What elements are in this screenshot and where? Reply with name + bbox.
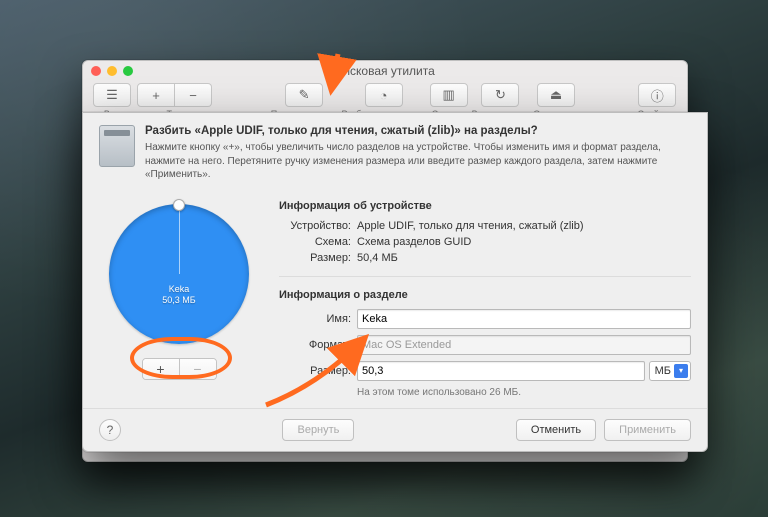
volume-add-button[interactable]: + <box>137 83 175 107</box>
sheet-footer: ? Вернуть Отменить Применить <box>83 408 707 451</box>
first-aid-button[interactable]: ✎ <box>285 83 323 107</box>
device-value: Apple UDIF, только для чтения, сжатый (z… <box>357 220 584 232</box>
help-button[interactable]: ? <box>99 419 121 441</box>
partition-info-heading: Информация о разделе <box>279 289 691 301</box>
size-input[interactable] <box>357 361 645 381</box>
unit-value: МБ <box>655 365 671 377</box>
usage-hint: На этом томе использовано 26 МБ. <box>357 387 691 398</box>
erase-button[interactable]: ▥ <box>430 83 468 107</box>
sheet-description: Нажмите кнопку «+», чтобы увеличить числ… <box>145 141 691 182</box>
remove-partition-button[interactable]: − <box>179 359 216 379</box>
info-button[interactable]: ⓘ <box>638 83 676 107</box>
scheme-label: Схема: <box>279 236 357 248</box>
restore-icon: ↻ <box>495 87 506 103</box>
unit-select[interactable]: МБ ▾ <box>649 361 691 381</box>
first-aid-icon: ✎ <box>299 87 310 103</box>
chevron-updown-icon: ▾ <box>674 364 688 378</box>
drive-icon <box>99 125 135 167</box>
minimize-icon[interactable] <box>107 66 117 76</box>
partition-pie[interactable]: Keka 50,3 МБ <box>109 204 249 344</box>
partition-button[interactable]: ◔ <box>365 83 403 107</box>
devsize-label: Размер: <box>279 252 357 264</box>
cancel-button[interactable]: Отменить <box>516 419 596 441</box>
resize-handle[interactable] <box>173 199 185 211</box>
erase-icon: ▥ <box>442 87 454 103</box>
window-controls <box>91 66 133 76</box>
name-label: Имя: <box>279 313 357 325</box>
revert-button[interactable]: Вернуть <box>282 419 354 441</box>
volume-remove-button[interactable]: − <box>175 83 212 107</box>
zoom-icon[interactable] <box>123 66 133 76</box>
partition-sheet: Разбить «Apple UDIF, только для чтения, … <box>82 112 708 452</box>
eject-button[interactable]: ⏏ <box>537 83 575 107</box>
window-title: Дисковая утилита <box>335 64 435 78</box>
pie-slice-label: Keka 50,3 МБ <box>109 284 249 307</box>
apply-button[interactable]: Применить <box>604 419 691 441</box>
devsize-value: 50,4 МБ <box>357 252 398 264</box>
restore-button[interactable]: ↻ <box>481 83 519 107</box>
view-button[interactable]: ☰ <box>93 83 131 107</box>
close-icon[interactable] <box>91 66 101 76</box>
info-icon: ⓘ <box>651 86 664 105</box>
titlebar: Дисковая утилита <box>83 61 687 81</box>
sheet-title: Разбить «Apple UDIF, только для чтения, … <box>145 125 691 137</box>
add-partition-button[interactable]: + <box>143 359 179 379</box>
name-input[interactable] <box>357 309 691 329</box>
sidebar-icon: ☰ <box>106 87 118 103</box>
device-info-heading: Информация об устройстве <box>279 200 691 212</box>
scheme-value: Схема разделов GUID <box>357 236 471 248</box>
format-select[interactable] <box>357 335 691 355</box>
size-label: Размер: <box>279 365 357 377</box>
device-label: Устройство: <box>279 220 357 232</box>
pie-icon: ◔ <box>380 88 388 103</box>
sheet-header: Разбить «Apple UDIF, только для чтения, … <box>99 125 691 182</box>
format-label: Формат: <box>279 339 357 351</box>
eject-icon: ⏏ <box>550 87 562 103</box>
